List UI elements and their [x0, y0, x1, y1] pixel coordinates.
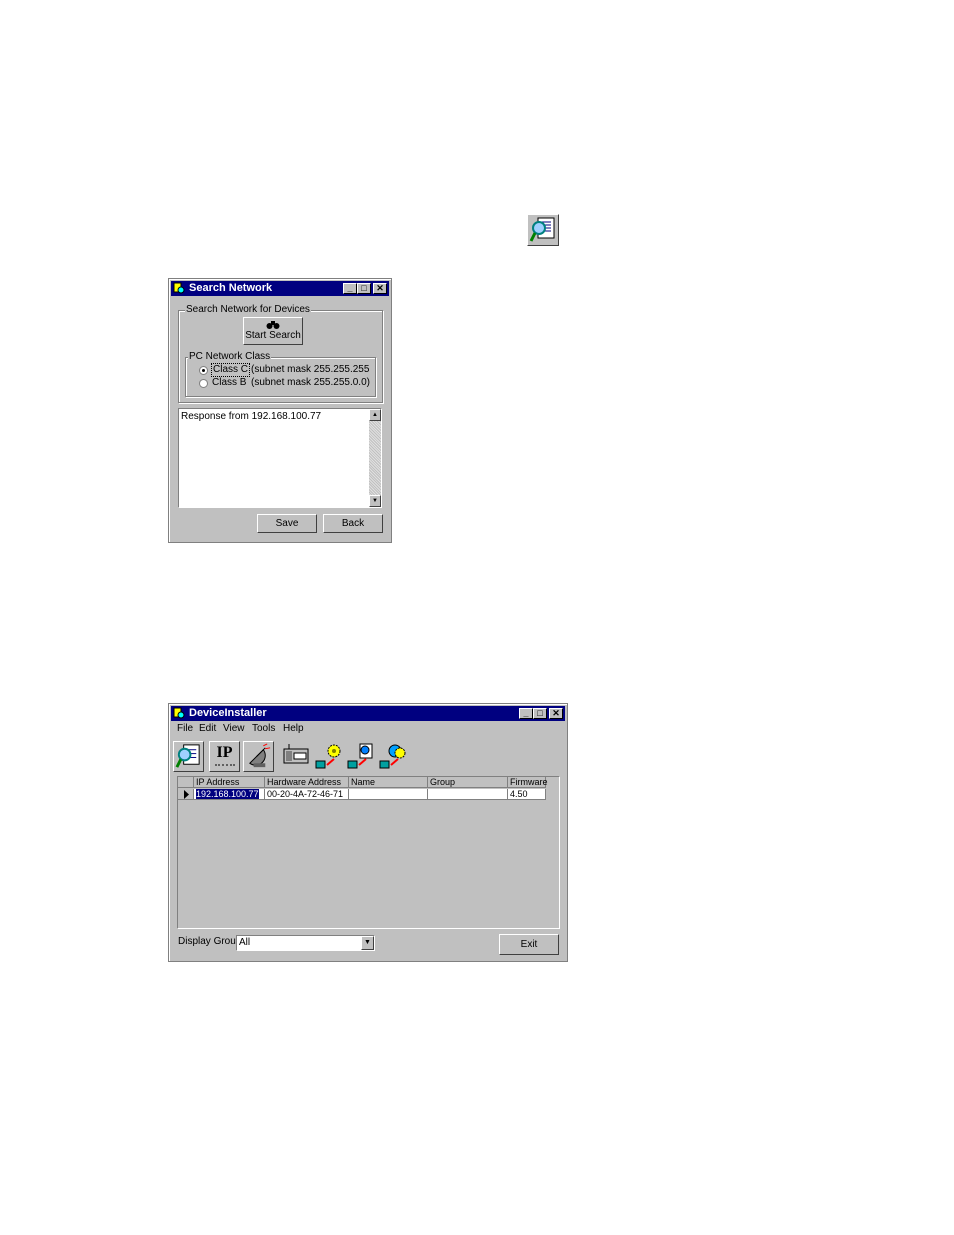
device-installer-window: DeviceInstaller _ □ ✕ File Edit View Too…: [168, 703, 568, 962]
class-c-mask: (subnet mask 255.255.255.0): [251, 364, 369, 375]
web-config-tool[interactable]: [378, 741, 409, 772]
gear-upload-icon: [315, 744, 341, 769]
satellite-dish-icon: [249, 743, 271, 768]
scroll-down-button[interactable]: ▼: [369, 495, 381, 507]
app-icon: [173, 707, 185, 719]
ip-address-value: 192.168.100.77: [196, 789, 259, 799]
globe-gear-icon: [379, 744, 406, 769]
device-config-icon: [283, 744, 309, 764]
menu-file[interactable]: File: [177, 723, 193, 735]
device-installer-titlebar: DeviceInstaller _ □ ✕: [171, 706, 565, 721]
upload-config-tool[interactable]: [346, 741, 377, 772]
close-button[interactable]: ✕: [549, 708, 563, 719]
column-firmware[interactable]: Firmware: [508, 777, 548, 788]
cell-hardware-address[interactable]: 00-20-4A-72-46-71: [265, 789, 349, 800]
class-c-radio[interactable]: [199, 366, 208, 375]
display-group-select[interactable]: All ▼: [236, 935, 375, 951]
menu-view[interactable]: View: [223, 723, 245, 735]
display-group-label: Display Group: [178, 936, 242, 947]
search-devices-group-label: Search Network for Devices: [185, 304, 311, 316]
minimize-button[interactable]: _: [343, 283, 357, 294]
class-b-radio[interactable]: [199, 379, 208, 388]
chevron-down-icon: ▼: [364, 939, 371, 946]
toolbar: IP: [173, 741, 563, 773]
column-ip-address[interactable]: IP Address: [194, 777, 265, 788]
menu-help[interactable]: Help: [283, 723, 304, 735]
vertical-scrollbar[interactable]: ▲ ▼: [369, 409, 381, 507]
window-title: Search Network: [189, 282, 273, 294]
assign-ip-tool[interactable]: IP: [209, 741, 240, 772]
row-indicator: [178, 789, 194, 800]
back-label: Back: [341, 518, 365, 529]
save-button[interactable]: Save: [257, 514, 317, 533]
column-name[interactable]: Name: [349, 777, 428, 788]
row-pointer-icon: [184, 790, 189, 799]
magnifier-icon: [529, 217, 555, 242]
search-network-titlebar: Search Network _ □ ✕: [171, 281, 389, 296]
binoculars-icon: [266, 321, 280, 329]
close-button[interactable]: ✕: [373, 283, 387, 294]
pc-network-class-group: PC Network Class Class C (subnet mask 25…: [185, 351, 376, 397]
menu-bar: File Edit View Tools Help: [177, 723, 557, 737]
response-text-area[interactable]: Response from 192.168.100.77 ▲ ▼: [178, 408, 382, 508]
save-label: Save: [275, 518, 299, 529]
class-b-mask: (subnet mask 255.255.0.0): [251, 377, 370, 388]
cell-name[interactable]: [349, 789, 428, 800]
cell-ip-address[interactable]: 192.168.100.77: [194, 789, 265, 800]
column-hardware-address[interactable]: Hardware Address: [265, 777, 349, 788]
magnifier-icon: [175, 744, 200, 768]
telnet-tool[interactable]: [281, 741, 312, 772]
search-network-tool[interactable]: [173, 741, 204, 772]
exit-label: Exit: [520, 939, 538, 950]
ip-dots-icon: [215, 764, 235, 766]
minimize-button[interactable]: _: [519, 708, 533, 719]
pc-network-class-label: PC Network Class: [188, 351, 272, 363]
response-text: Response from 192.168.100.77: [181, 411, 322, 422]
device-grid: IP Address Hardware Address Name Group F…: [177, 776, 560, 929]
ping-tool[interactable]: [243, 741, 274, 772]
exit-button[interactable]: Exit: [499, 934, 559, 955]
maximize-button[interactable]: □: [357, 283, 371, 294]
search-devices-group: Search Network for Devices Start Search …: [178, 304, 383, 403]
upgrade-firmware-tool[interactable]: [314, 741, 345, 772]
search-network-toolbar-icon[interactable]: [527, 214, 559, 246]
class-c-label[interactable]: Class C: [210, 363, 251, 377]
cell-firmware[interactable]: 4.50: [508, 789, 546, 800]
dropdown-arrow-button[interactable]: ▼: [361, 936, 374, 950]
ip-tool-label: IP: [216, 744, 233, 761]
start-search-button[interactable]: Start Search: [243, 317, 303, 345]
menu-edit[interactable]: Edit: [199, 723, 216, 735]
grid-corner: [178, 777, 194, 788]
app-icon: [173, 282, 185, 294]
search-network-window: Search Network _ □ ✕ Search Network for …: [168, 278, 392, 543]
display-group-value: All: [239, 937, 251, 948]
class-b-label[interactable]: Class B: [212, 377, 246, 389]
back-button[interactable]: Back: [323, 514, 383, 533]
window-title: DeviceInstaller: [189, 707, 267, 719]
column-group[interactable]: Group: [428, 777, 508, 788]
menu-tools[interactable]: Tools: [252, 723, 275, 735]
start-search-label: Start Search: [245, 330, 301, 341]
scroll-up-button[interactable]: ▲: [369, 409, 381, 421]
cell-group[interactable]: [428, 789, 508, 800]
maximize-button[interactable]: □: [533, 708, 547, 719]
web-upload-icon: [347, 743, 373, 769]
